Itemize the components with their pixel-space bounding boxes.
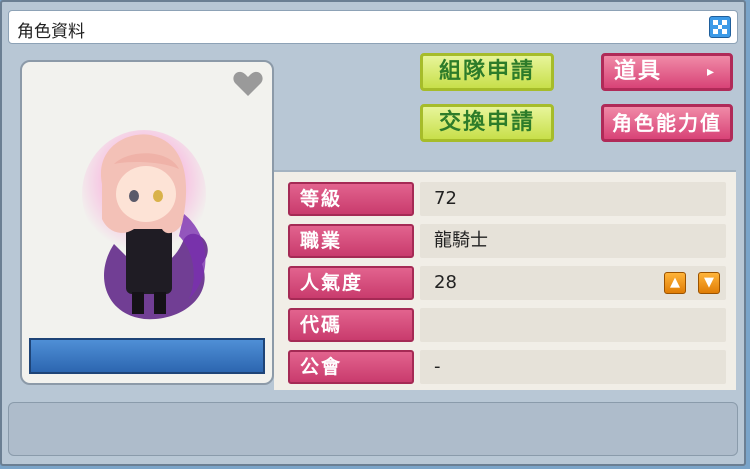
title-bar: 角色資料 (8, 10, 738, 44)
party-request-label: 組隊申請 (438, 59, 535, 84)
level-label: 等級 (288, 182, 414, 216)
info-row-job: 職業 龍騎士 (288, 224, 728, 262)
items-label: 道具 (614, 59, 663, 84)
window-footer (8, 402, 738, 456)
character-card (20, 60, 274, 385)
guild-label: 公會 (288, 350, 414, 384)
close-icon[interactable] (709, 16, 731, 38)
info-row-level: 等級 72 (288, 182, 728, 220)
info-row-fame: 人氣度 28 ▲ ▼ (288, 266, 728, 304)
trade-request-label: 交換申請 (438, 110, 535, 135)
info-row-code: 代碼 (288, 308, 728, 346)
fame-down-button[interactable]: ▼ (698, 272, 720, 294)
trade-request-button[interactable]: 交換申請 (420, 104, 554, 142)
fame-label: 人氣度 (288, 266, 414, 300)
character-info-window: 角色資料 組隊申請 交換申請 道具 ▸ 角色能力值 等級 72 職業 龍騎士 人… (0, 0, 746, 466)
party-request-button[interactable]: 組隊申請 (420, 53, 554, 91)
fame-up-button[interactable]: ▲ (664, 272, 686, 294)
job-value: 龍騎士 (420, 224, 726, 258)
info-panel: 等級 72 職業 龍騎士 人氣度 28 ▲ ▼ 代碼 公會 - (274, 170, 736, 390)
heart-icon[interactable] (232, 70, 264, 98)
info-row-guild: 公會 - (288, 350, 728, 388)
arrow-right-icon: ▸ (706, 64, 716, 80)
code-label: 代碼 (288, 308, 414, 342)
code-value (420, 308, 726, 342)
job-label: 職業 (288, 224, 414, 258)
items-button[interactable]: 道具 ▸ (601, 53, 733, 91)
character-stats-button[interactable]: 角色能力值 (601, 104, 733, 142)
window-title: 角色資料 (17, 22, 85, 42)
guild-value: - (420, 350, 726, 384)
level-value: 72 (420, 182, 726, 216)
character-avatar (82, 130, 208, 320)
character-name-bar (29, 338, 265, 374)
character-stats-label: 角色能力值 (612, 111, 722, 135)
